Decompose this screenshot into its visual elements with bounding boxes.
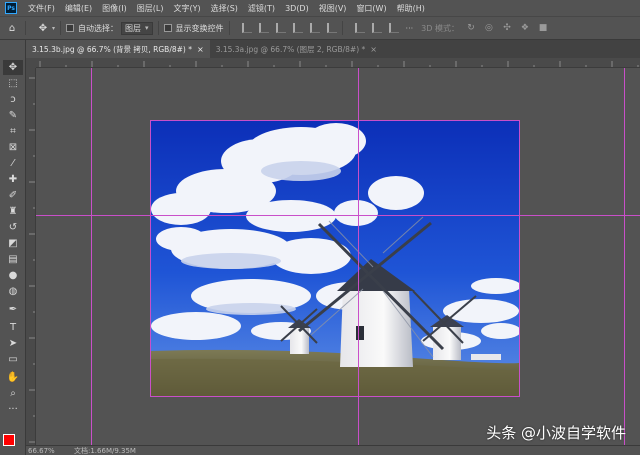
- rectangle-icon[interactable]: ▭: [3, 352, 23, 367]
- guide-horizontal[interactable]: [36, 215, 640, 216]
- path-select-icon[interactable]: ➤: [3, 336, 23, 351]
- slide-3d-icon[interactable]: ❖: [519, 22, 531, 34]
- chevron-down-icon: ▾: [145, 24, 149, 32]
- auto-select-value: 图层: [125, 23, 142, 33]
- guide-vertical[interactable]: [624, 68, 625, 445]
- menu-3d[interactable]: 3D(D): [280, 4, 314, 13]
- auto-select-checkbox[interactable]: [66, 24, 75, 32]
- orbit-3d-icon[interactable]: ↻: [465, 22, 477, 34]
- eyedropper-icon[interactable]: ⁄: [3, 156, 23, 171]
- menu-select[interactable]: 选择(S): [206, 3, 243, 14]
- watermark: 头条 @小波自学软件: [486, 424, 626, 442]
- healing-icon[interactable]: ✚: [3, 172, 23, 187]
- zoom-level[interactable]: 66.67%: [26, 447, 74, 455]
- align-top-icon[interactable]: [292, 23, 303, 33]
- show-transform-checkbox[interactable]: [163, 24, 172, 32]
- move-tool-preset-icon[interactable]: ✥: [35, 20, 51, 36]
- auto-select-label: 自动选择：: [78, 23, 119, 33]
- menu-layer[interactable]: 图层(L): [132, 3, 169, 14]
- ruler-corner[interactable]: [26, 58, 36, 68]
- distribute-icon[interactable]: [354, 23, 365, 33]
- eraser-icon[interactable]: ◩: [3, 236, 23, 251]
- type-icon[interactable]: T: [3, 320, 23, 335]
- divider: [341, 21, 343, 35]
- zoom-icon[interactable]: ⌕: [3, 386, 23, 401]
- close-icon[interactable]: ×: [197, 45, 204, 54]
- tab-label: 3.15.3a.jpg @ 66.7% (图层 2, RGB/8#) *: [215, 44, 366, 54]
- pen-icon[interactable]: ✒: [3, 302, 23, 317]
- document-image[interactable]: [150, 120, 520, 397]
- auto-select-dropdown[interactable]: 图层 ▾: [121, 21, 153, 35]
- history-brush-icon[interactable]: ↺: [3, 220, 23, 235]
- stamp-icon[interactable]: ♜: [3, 204, 23, 219]
- foreground-color-swatch[interactable]: [3, 434, 15, 446]
- more-icon[interactable]: ···: [3, 402, 23, 417]
- marquee-icon[interactable]: ⬚: [3, 76, 23, 91]
- align-right-icon[interactable]: [275, 23, 286, 33]
- quick-select-icon[interactable]: ✎: [3, 108, 23, 123]
- menu-window[interactable]: 窗口(W): [351, 3, 391, 14]
- home-icon[interactable]: ⌂: [4, 20, 20, 36]
- tab-label: 3.15.3b.jpg @ 66.7% (背景 拷贝, RGB/8#) *: [32, 44, 192, 54]
- distribute-icon[interactable]: [371, 23, 382, 33]
- options-bar: ⌂ ✥ ▾ 自动选择： 图层 ▾ 显示变换控件 ··· 3D 模式： ↻ ◎ ✣…: [0, 16, 640, 40]
- menu-file[interactable]: 文件(F): [23, 3, 60, 14]
- frame-icon[interactable]: ⊠: [3, 140, 23, 155]
- photoshop-window: Ps 文件(F) 编辑(E) 图像(I) 图层(L) 文字(Y) 选择(S) 滤…: [0, 0, 640, 455]
- menu-filter[interactable]: 滤镜(T): [243, 3, 280, 14]
- chevron-down-icon[interactable]: ▾: [52, 25, 55, 32]
- more-options-icon[interactable]: ···: [406, 24, 414, 33]
- tab-3-15-3a[interactable]: 3.15.3a.jpg @ 66.7% (图层 2, RGB/8#) * ×: [210, 40, 383, 58]
- status-bar: 66.67% 文档:1.66M/9.35M: [26, 445, 640, 455]
- close-icon[interactable]: ×: [370, 45, 377, 54]
- roll-3d-icon[interactable]: ◎: [483, 22, 495, 34]
- blur-icon[interactable]: ●: [3, 268, 23, 283]
- align-center-icon[interactable]: [258, 23, 269, 33]
- divider: [25, 21, 26, 35]
- divider: [157, 21, 159, 35]
- brush-icon[interactable]: ✐: [3, 188, 23, 203]
- ruler-ticks: [39, 61, 639, 67]
- tab-3-15-3b[interactable]: 3.15.3b.jpg @ 66.7% (背景 拷贝, RGB/8#) * ×: [26, 40, 210, 58]
- divider: [60, 21, 62, 35]
- menu-bar: Ps 文件(F) 编辑(E) 图像(I) 图层(L) 文字(Y) 选择(S) 滤…: [0, 0, 640, 16]
- 3d-mode-label: 3D 模式：: [421, 23, 459, 33]
- align-middle-icon[interactable]: [309, 23, 320, 33]
- horizontal-ruler[interactable]: [36, 58, 640, 68]
- guide-vertical[interactable]: [358, 68, 359, 445]
- show-transform-label: 显示变换控件: [175, 23, 224, 33]
- divider: [228, 21, 230, 35]
- windmill-photo: [151, 121, 519, 396]
- menu-image[interactable]: 图像(I): [97, 3, 132, 14]
- dodge-icon[interactable]: ◍: [3, 284, 23, 299]
- move-icon[interactable]: ✥: [3, 60, 23, 75]
- vertical-ruler[interactable]: [26, 68, 36, 445]
- align-bottom-icon[interactable]: [326, 23, 337, 33]
- scale-3d-icon[interactable]: ■: [537, 22, 549, 34]
- crop-icon[interactable]: ⌗: [3, 124, 23, 139]
- lasso-icon[interactable]: ↄ: [3, 92, 23, 107]
- menu-edit[interactable]: 编辑(E): [60, 3, 97, 14]
- document-size[interactable]: 文档:1.66M/9.35M: [74, 446, 136, 455]
- hand-icon[interactable]: ✋: [3, 370, 23, 385]
- pan-3d-icon[interactable]: ✣: [501, 22, 513, 34]
- document-tabs: 3.15.3b.jpg @ 66.7% (背景 拷贝, RGB/8#) * × …: [26, 40, 640, 58]
- align-left-icon[interactable]: [241, 23, 252, 33]
- gradient-icon[interactable]: ▤: [3, 252, 23, 267]
- ruler-ticks: [29, 77, 35, 443]
- guide-vertical[interactable]: [91, 68, 92, 445]
- menu-type[interactable]: 文字(Y): [168, 3, 205, 14]
- toolbox: ✥ ⬚ ↄ ✎ ⌗ ⊠ ⁄ ✚ ✐ ♜ ↺ ◩ ▤ ● ◍ ✒ T ➤ ▭ ✋ …: [0, 40, 26, 455]
- photoshop-logo: Ps: [5, 2, 17, 14]
- menu-help[interactable]: 帮助(H): [392, 3, 430, 14]
- distribute-icon[interactable]: [388, 23, 399, 33]
- menu-view[interactable]: 视图(V): [314, 3, 352, 14]
